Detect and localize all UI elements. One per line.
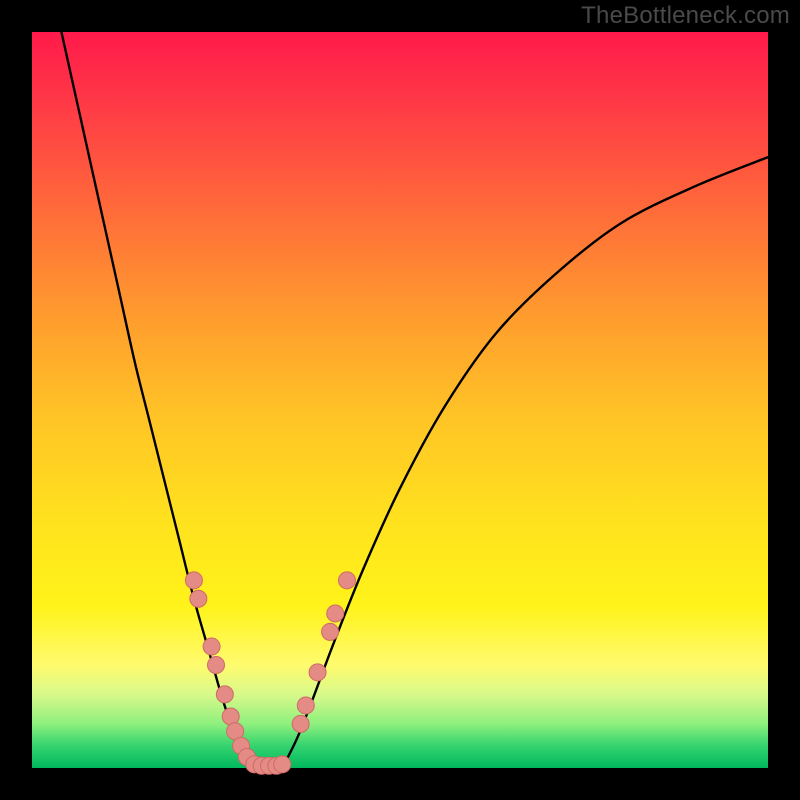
data-marker: [292, 715, 309, 732]
curve-group: [61, 32, 768, 768]
chart-frame: TheBottleneck.com: [0, 0, 800, 800]
data-marker: [339, 572, 356, 589]
data-marker: [309, 664, 326, 681]
right-curve: [282, 157, 768, 768]
watermark-text: TheBottleneck.com: [581, 2, 790, 30]
data-marker: [185, 572, 202, 589]
data-marker: [327, 605, 344, 622]
data-marker: [216, 686, 233, 703]
data-marker: [297, 697, 314, 714]
data-marker: [208, 656, 225, 673]
data-marker: [190, 590, 207, 607]
left-curve: [61, 32, 256, 768]
chart-plot-area: [32, 32, 768, 768]
marker-group: [185, 572, 355, 774]
data-marker: [203, 638, 220, 655]
chart-svg: [32, 32, 768, 768]
data-marker: [274, 756, 291, 773]
data-marker: [322, 623, 339, 640]
